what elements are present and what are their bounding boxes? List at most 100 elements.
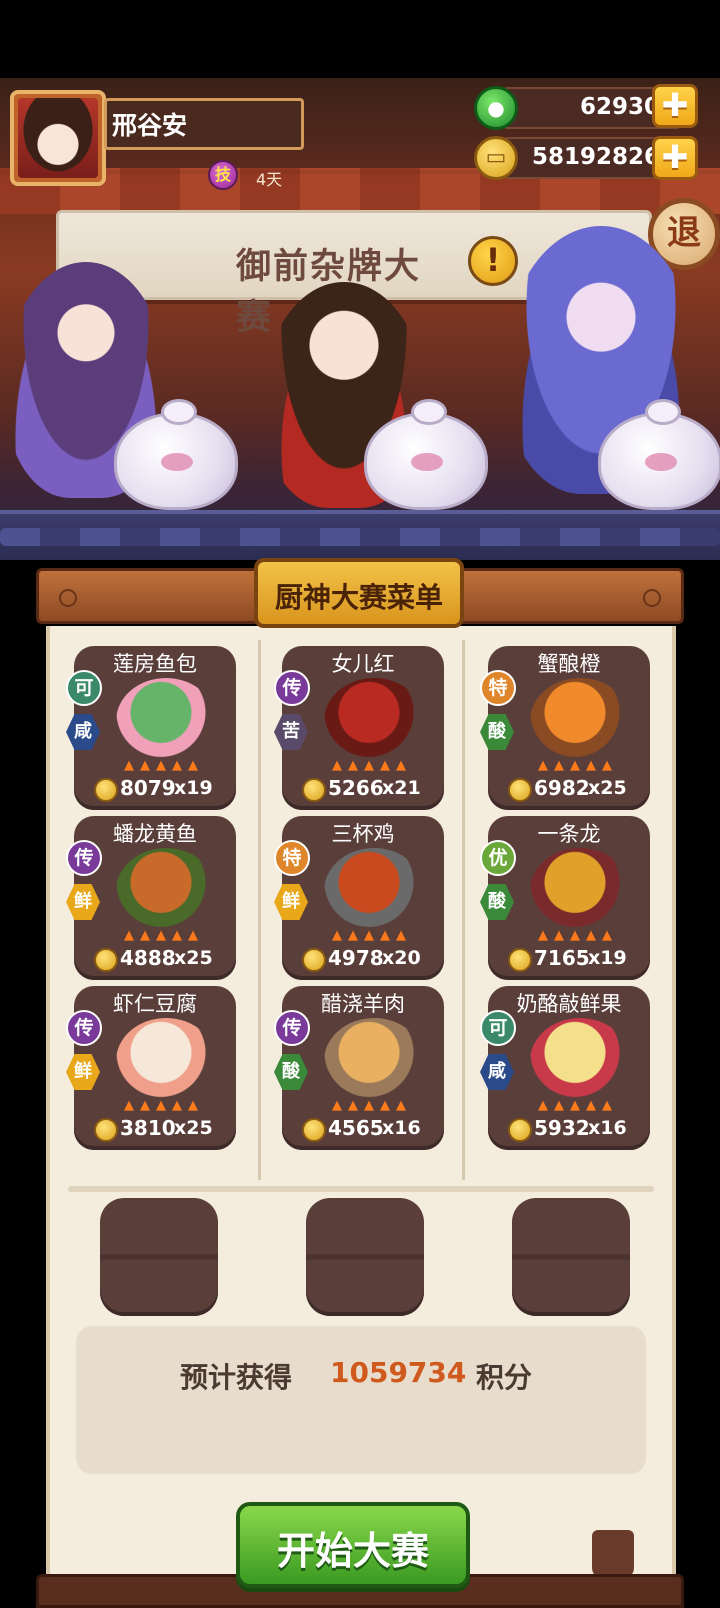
- game-screen: 御前杂牌大赛 ! 退 邢谷安 技 4天 62930 ● ✚ 58192826 ▭…: [0, 0, 720, 1608]
- coin-icon: [94, 778, 118, 802]
- coin-icon: [302, 948, 326, 972]
- dish-price: 4978: [328, 946, 384, 970]
- dish-card[interactable]: 莲房鱼包 ▲▲▲▲▲ 可咸 8079 x19: [66, 646, 236, 810]
- info-alert-icon[interactable]: !: [468, 236, 518, 286]
- flame-rating-icon: ▲▲▲▲▲: [124, 758, 204, 773]
- dish-name: 蟠龙黄鱼: [113, 822, 197, 846]
- jade-balance: 62930: [579, 94, 660, 120]
- dish-name: 莲房鱼包: [113, 652, 197, 676]
- dish-image: [324, 1018, 424, 1104]
- empty-dish-slot[interactable]: [512, 1198, 630, 1316]
- dish-card[interactable]: 女儿红 ▲▲▲▲▲ 传苦 5266 x21: [274, 646, 444, 810]
- coin-icon: [94, 1118, 118, 1142]
- flame-rating-icon: ▲▲▲▲▲: [332, 928, 412, 943]
- flame-rating-icon: ▲▲▲▲▲: [124, 928, 204, 943]
- days-counter: 4天: [256, 170, 283, 189]
- coin-icon: [508, 778, 532, 802]
- add-coins-button[interactable]: ✚: [652, 136, 698, 180]
- row-divider: [68, 1186, 654, 1192]
- coin-icon: [302, 1118, 326, 1142]
- dish-quantity: x16: [382, 1117, 421, 1139]
- dish-price: 4888: [120, 946, 176, 970]
- column-divider: [258, 640, 261, 1180]
- menu-title: 厨神大赛菜单: [274, 581, 443, 614]
- teapot-icon: [114, 399, 238, 510]
- empty-dish-slot[interactable]: [100, 1198, 218, 1316]
- dish-image: [324, 848, 424, 934]
- player-avatar[interactable]: [10, 90, 106, 186]
- dish-card[interactable]: 醋浇羊肉 ▲▲▲▲▲ 传酸 4565 x16: [274, 986, 444, 1150]
- dish-rank-badge: 传: [274, 1010, 310, 1046]
- dish-image: [116, 1018, 216, 1104]
- empty-dish-slot[interactable]: [306, 1198, 424, 1316]
- dish-price: 7165: [534, 946, 590, 970]
- flame-rating-icon: ▲▲▲▲▲: [538, 928, 618, 943]
- column-divider: [462, 640, 465, 1180]
- dish-price: 5932: [534, 1116, 590, 1140]
- dish-card[interactable]: 蟹酿橙 ▲▲▲▲▲ 特酸 6982 x25: [480, 646, 650, 810]
- dish-price: 6982: [534, 776, 590, 800]
- dish-name: 虾仁豆腐: [113, 992, 197, 1016]
- dish-name: 三杯鸡: [331, 822, 395, 846]
- flame-rating-icon: ▲▲▲▲▲: [538, 758, 618, 773]
- dish-card[interactable]: 蟠龙黄鱼 ▲▲▲▲▲ 传鲜 4888 x25: [66, 816, 236, 980]
- add-jade-button[interactable]: ✚: [652, 84, 698, 128]
- coin-icon: [508, 948, 532, 972]
- flame-rating-icon: ▲▲▲▲▲: [538, 1098, 618, 1113]
- chopstick-jar-icon: [592, 1530, 634, 1578]
- flame-rating-icon: ▲▲▲▲▲: [124, 1098, 204, 1113]
- skill-icon[interactable]: 技: [208, 160, 238, 190]
- dish-quantity: x20: [382, 947, 421, 969]
- start-contest-label[interactable]: 开始大赛: [236, 1520, 470, 1575]
- dish-rank-badge: 传: [274, 670, 310, 706]
- dish-price: 5266: [328, 776, 384, 800]
- dish-name: 女儿红: [331, 652, 395, 676]
- coin-icon: ▭: [474, 136, 518, 180]
- dish-quantity: x19: [174, 777, 213, 799]
- dish-quantity: x25: [174, 1117, 213, 1139]
- dish-rank-badge: 特: [274, 840, 310, 876]
- player-name: 邢谷安: [112, 111, 188, 140]
- dish-name: 醋浇羊肉: [321, 992, 405, 1016]
- jade-icon: ●: [474, 86, 518, 130]
- dish-rank-badge: 传: [66, 1010, 102, 1046]
- dish-rank-badge: 优: [480, 840, 516, 876]
- estimate-panel: [76, 1326, 646, 1474]
- dish-rank-badge: 传: [66, 840, 102, 876]
- avatar-image: [18, 98, 98, 178]
- dish-name: 蟹酿橙: [537, 652, 601, 676]
- dish-quantity: x25: [174, 947, 213, 969]
- teapot-icon: [598, 399, 720, 510]
- dish-quantity: x19: [588, 947, 627, 969]
- dish-card[interactable]: 三杯鸡 ▲▲▲▲▲ 特鲜 4978 x20: [274, 816, 444, 980]
- coin-icon: [94, 948, 118, 972]
- dish-image: [116, 848, 216, 934]
- dish-rank-badge: 可: [66, 670, 102, 706]
- dish-price: 3810: [120, 1116, 176, 1140]
- dish-card[interactable]: 虾仁豆腐 ▲▲▲▲▲ 传鲜 3810 x25: [66, 986, 236, 1150]
- dish-name: 奶酪敲鲜果: [516, 992, 622, 1016]
- dish-quantity: x21: [382, 777, 421, 799]
- stage-floor: [0, 510, 720, 560]
- dish-image: [116, 678, 216, 764]
- dish-quantity: x25: [588, 777, 627, 799]
- dish-card[interactable]: 奶酪敲鲜果 ▲▲▲▲▲ 可咸 5932 x16: [480, 986, 650, 1150]
- flame-rating-icon: ▲▲▲▲▲: [332, 758, 412, 773]
- status-bar: [0, 0, 720, 78]
- teapot-icon: [364, 399, 488, 510]
- estimate-unit: 积分: [476, 1361, 533, 1394]
- dish-rank-badge: 可: [480, 1010, 516, 1046]
- dish-image: [530, 678, 630, 764]
- flame-rating-icon: ▲▲▲▲▲: [332, 1098, 412, 1113]
- estimate-value: 1059734: [330, 1356, 467, 1389]
- dish-price: 4565: [328, 1116, 384, 1140]
- estimate-label: 预计获得: [180, 1361, 293, 1394]
- coin-icon: [508, 1118, 532, 1142]
- dish-image: [324, 678, 424, 764]
- coin-balance: 58192826: [531, 144, 660, 170]
- dish-card[interactable]: 一条龙 ▲▲▲▲▲ 优酸 7165 x19: [480, 816, 650, 980]
- dish-quantity: x16: [588, 1117, 627, 1139]
- dish-price: 8079: [120, 776, 176, 800]
- dish-rank-badge: 特: [480, 670, 516, 706]
- dish-image: [530, 1018, 630, 1104]
